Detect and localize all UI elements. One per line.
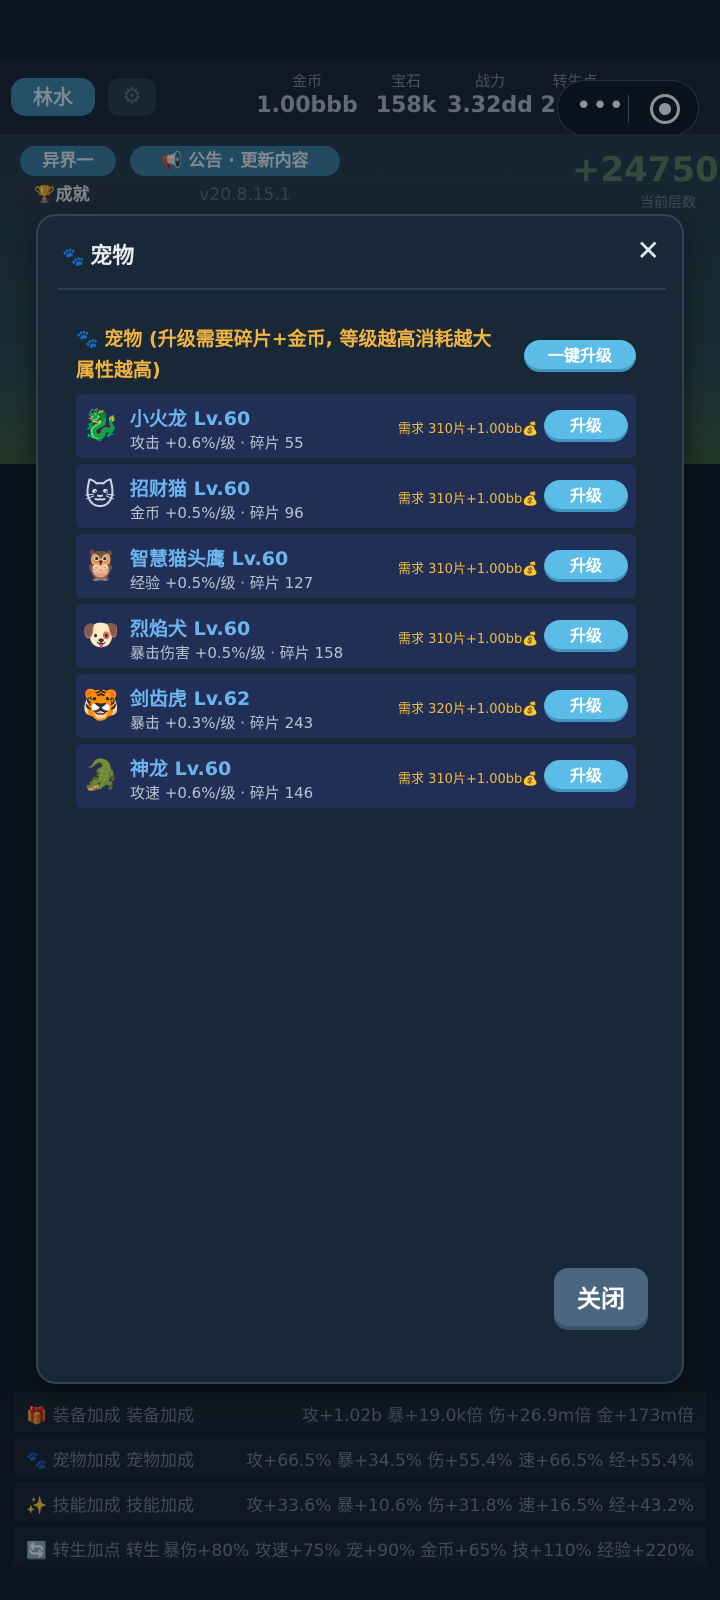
upgrade-button[interactable]: 升级 xyxy=(544,480,628,512)
paw-icon: 🐾 xyxy=(76,329,99,350)
pet-name: 剑齿虎 Lv.62 xyxy=(130,688,251,710)
tiger-icon: 🐯 xyxy=(82,688,120,723)
pet-name: 小火龙 Lv.60 xyxy=(130,408,251,430)
pet-section-header: 🐾 宠物 (升级需要碎片+金币, 等级越高消耗越大属性越高) xyxy=(76,324,506,385)
pet-cost: 需求 310片+1.00bb💰 xyxy=(398,492,539,507)
pet-row: 🐉 小火龙 Lv.60 攻击 +0.6%/级 · 碎片 55 需求 310片+1… xyxy=(76,394,636,458)
pet-cost: 需求 310片+1.00bb💰 xyxy=(398,632,539,647)
close-button[interactable]: 关闭 xyxy=(554,1268,648,1330)
owl-icon: 🦉 xyxy=(82,548,120,583)
pet-cost: 需求 310片+1.00bb💰 xyxy=(398,562,539,577)
pet-row: 🦉 智慧猫头鹰 Lv.60 经验 +0.5%/级 · 碎片 127 需求 310… xyxy=(76,534,636,598)
cat-icon: 🐱 xyxy=(84,478,116,513)
pet-cost: 需求 310片+1.00bb💰 xyxy=(398,772,539,787)
modal-title: 🐾 宠物 xyxy=(62,238,134,270)
upgrade-button[interactable]: 升级 xyxy=(544,410,628,442)
upgrade-button[interactable]: 升级 xyxy=(544,620,628,652)
pet-section-header-text: 宠物 (升级需要碎片+金币, 等级越高消耗越大属性越高) xyxy=(76,328,492,381)
pet-description: 攻击 +0.6%/级 · 碎片 55 xyxy=(130,434,304,452)
paw-icon: 🐾 xyxy=(62,247,85,268)
dog-icon: 🐶 xyxy=(82,618,120,653)
modal-title-text: 宠物 xyxy=(90,244,135,269)
pet-row: 🐯 剑齿虎 Lv.62 暴击 +0.3%/级 · 碎片 243 需求 320片+… xyxy=(76,674,636,738)
divider xyxy=(58,288,666,290)
pet-description: 金币 +0.5%/级 · 碎片 96 xyxy=(130,504,304,522)
pet-description: 暴击伤害 +0.5%/级 · 碎片 158 xyxy=(130,644,344,662)
pet-name: 神龙 Lv.60 xyxy=(130,758,232,780)
pet-description: 经验 +0.5%/级 · 碎片 127 xyxy=(130,574,314,592)
pet-cost: 需求 320片+1.00bb💰 xyxy=(398,702,539,717)
dragon-icon: 🐉 xyxy=(82,408,120,443)
pet-name: 烈焰犬 Lv.60 xyxy=(130,618,251,640)
pet-description: 暴击 +0.3%/级 · 碎片 243 xyxy=(130,714,314,732)
pet-row: 🐶 烈焰犬 Lv.60 暴击伤害 +0.5%/级 · 碎片 158 需求 310… xyxy=(76,604,636,668)
pet-modal: 🐾 宠物 ✕ 🐾 宠物 (升级需要碎片+金币, 等级越高消耗越大属性越高) 一键升级… xyxy=(36,214,684,1384)
pet-name: 智慧猫头鹰 Lv.60 xyxy=(130,548,289,570)
pet-cost: 需求 310片+1.00bb💰 xyxy=(398,422,539,437)
upgrade-button[interactable]: 升级 xyxy=(544,760,628,792)
close-icon[interactable]: ✕ xyxy=(637,234,660,267)
crocodile-icon: 🐊 xyxy=(82,758,120,793)
pet-row: 🐱 招财猫 Lv.60 金币 +0.5%/级 · 碎片 96 需求 310片+1… xyxy=(76,464,636,528)
one-key-upgrade-button[interactable]: 一键升级 xyxy=(524,340,636,372)
upgrade-button[interactable]: 升级 xyxy=(544,550,628,582)
pet-row: 🐊 神龙 Lv.60 攻速 +0.6%/级 · 碎片 146 需求 310片+1… xyxy=(76,744,636,808)
pet-name: 招财猫 Lv.60 xyxy=(130,478,251,500)
upgrade-button[interactable]: 升级 xyxy=(544,690,628,722)
pet-description: 攻速 +0.6%/级 · 碎片 146 xyxy=(130,784,314,802)
